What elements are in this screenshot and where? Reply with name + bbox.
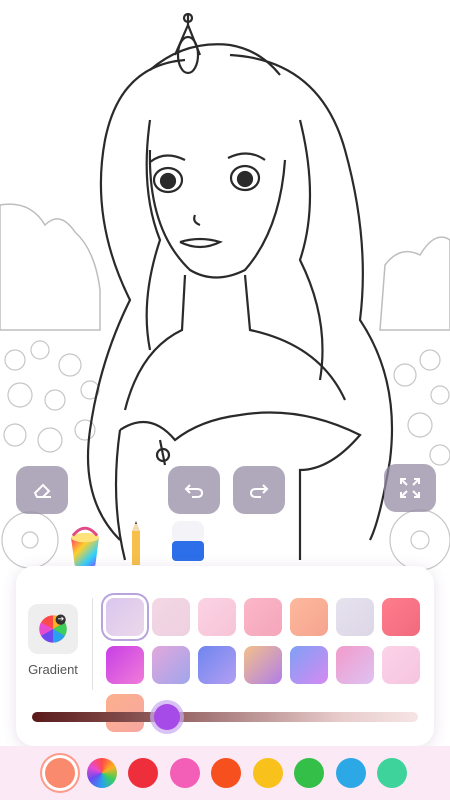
gradient-swatch[interactable]: [244, 598, 282, 636]
undo-icon: [184, 484, 204, 498]
gradient-swatch[interactable]: [382, 646, 420, 684]
eraser-tool-icon[interactable]: [168, 515, 208, 565]
gradient-swatch[interactable]: [106, 646, 144, 684]
gradient-swatch[interactable]: [152, 646, 190, 684]
color-swatch[interactable]: [294, 758, 324, 788]
redo-button[interactable]: [233, 466, 285, 514]
gradient-swatch[interactable]: [336, 598, 374, 636]
redo-icon: [249, 484, 269, 498]
color-palette-bar: [0, 746, 450, 800]
multicolor-swatch[interactable]: [86, 758, 117, 788]
gradient-swatch[interactable]: [244, 646, 282, 684]
undo-button[interactable]: [168, 466, 220, 514]
divider: [92, 598, 93, 690]
gradient-swatch[interactable]: [198, 598, 236, 636]
color-swatch[interactable]: [335, 758, 366, 788]
eraser-icon: [33, 483, 51, 498]
color-swatch[interactable]: [45, 758, 75, 788]
gradient-swatch[interactable]: [290, 646, 328, 684]
gradient-swatch[interactable]: [152, 598, 190, 636]
gradient-swatch[interactable]: [198, 646, 236, 684]
expand-icon: [400, 478, 420, 498]
color-swatch[interactable]: [377, 758, 407, 788]
shade-slider-thumb[interactable]: [154, 704, 181, 730]
gradient-mode-button[interactable]: [28, 604, 78, 654]
gradient-swatch[interactable]: [290, 598, 328, 636]
pencil-icon[interactable]: [126, 519, 146, 569]
paint-bucket-icon[interactable]: [60, 517, 110, 573]
color-swatch[interactable]: [169, 758, 200, 788]
color-wheel-icon: [39, 614, 67, 643]
gradient-label: Gradient: [28, 662, 78, 677]
fullscreen-button[interactable]: [384, 464, 436, 512]
gradient-swatch[interactable]: [106, 598, 144, 636]
color-swatch[interactable]: [211, 758, 241, 788]
color-swatch[interactable]: [252, 758, 283, 788]
gradient-swatch[interactable]: [382, 598, 420, 636]
gradient-swatch[interactable]: [336, 646, 374, 684]
color-swatch[interactable]: [128, 758, 158, 788]
shade-slider[interactable]: [32, 712, 418, 722]
color-panel: Gradient: [16, 566, 434, 746]
erase-all-button[interactable]: [16, 466, 68, 514]
